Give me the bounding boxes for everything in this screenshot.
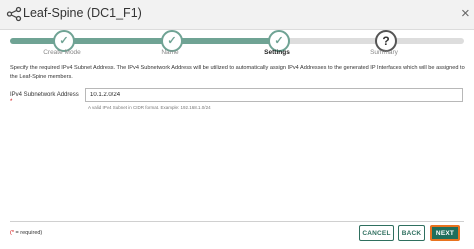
subnet-field-label: IPv4 Subnetwork Address	[10, 92, 79, 98]
topology-icon	[6, 6, 22, 22]
progress-fill	[10, 38, 280, 44]
back-button[interactable]: BACK	[398, 225, 425, 241]
cancel-button[interactable]: CANCEL	[359, 225, 394, 241]
footer-divider	[10, 221, 464, 222]
title-bar: Leaf-Spine (DC1_F1) ×	[0, 0, 474, 30]
step-create-mode-label: Create Mode	[43, 49, 81, 56]
subnet-hint: A valid IPv4 Subnet in CIDR format. Exam…	[88, 105, 211, 110]
required-marker: *	[10, 99, 13, 105]
next-button[interactable]: NEXT	[430, 225, 460, 241]
close-icon[interactable]: ×	[461, 6, 471, 21]
window-title: Leaf-Spine (DC1_F1)	[23, 6, 142, 20]
subnet-input[interactable]	[85, 88, 463, 102]
required-note-text: = required)	[13, 230, 43, 236]
instructions-text: Specify the required IPv4 Subnet Address…	[10, 65, 465, 81]
wizard-progress: ✓ Create Mode ✓ Name ✓ Settings ? Summar…	[0, 30, 474, 60]
step-summary-label: Summary	[370, 49, 398, 56]
step-name-label: Name	[161, 49, 179, 56]
required-note: (* = required)	[10, 230, 42, 236]
step-settings-label: Settings	[264, 49, 290, 56]
